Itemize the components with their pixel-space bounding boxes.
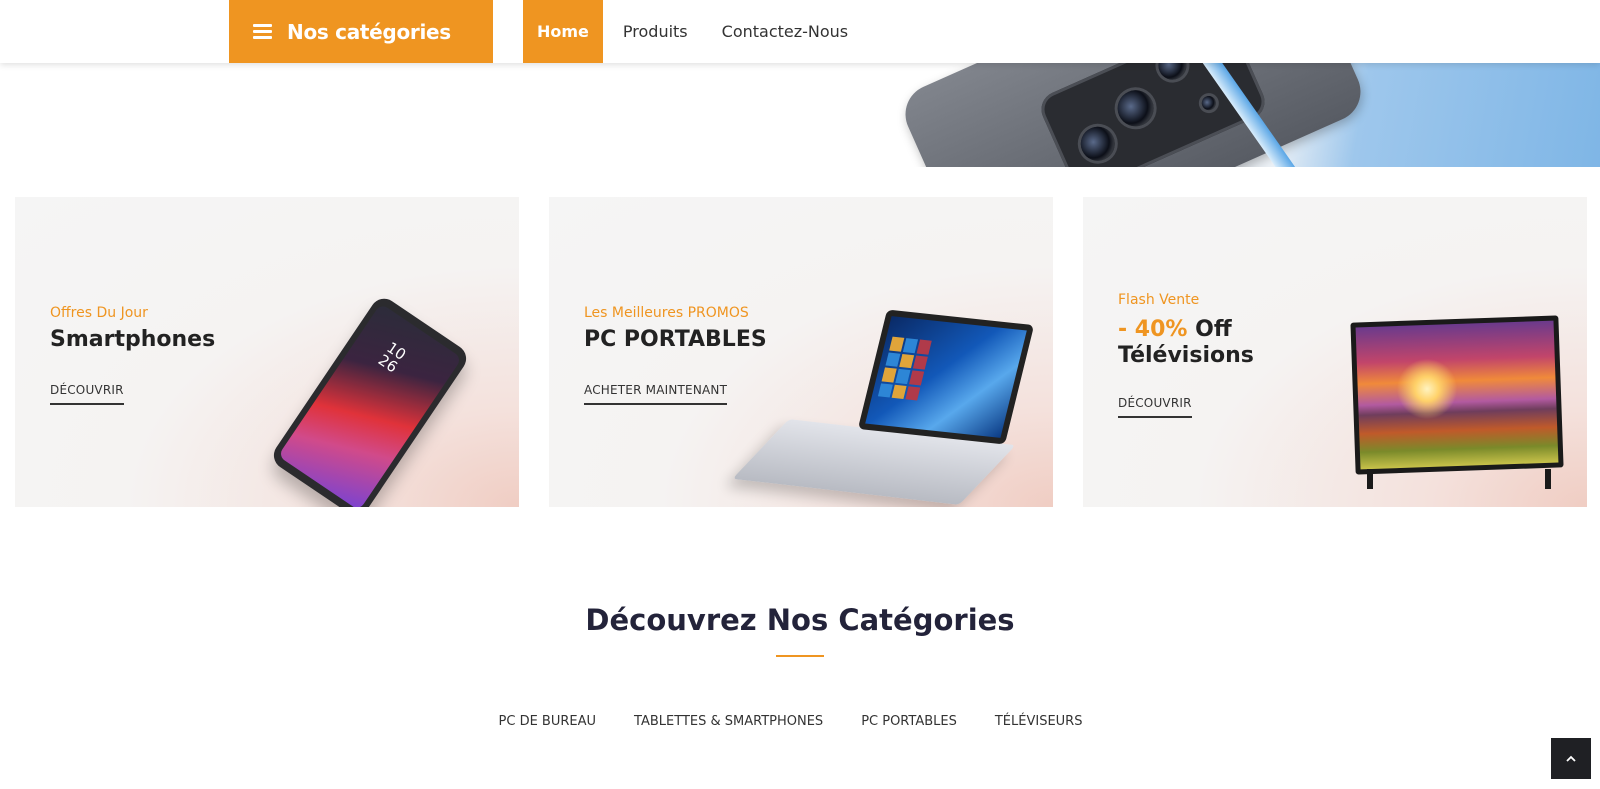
- camera-lens: [1153, 63, 1191, 85]
- promo-card-televisions[interactable]: Flash Vente - 40% Off Télévisions DÉCOUV…: [1083, 197, 1587, 507]
- main-nav: Home Produits Contactez-Nous: [523, 0, 868, 63]
- promo-tag: Flash Vente: [1118, 292, 1200, 308]
- acheter-maintenant-link[interactable]: ACHETER MAINTENANT: [584, 383, 728, 405]
- discount-highlight: - 40%: [1118, 317, 1188, 342]
- categories-heading: Découvrez Nos Catégories: [585, 603, 1015, 637]
- promo-card-pc-portables[interactable]: Les Meilleures PROMOS PC PORTABLES ACHET…: [549, 197, 1053, 507]
- tv-foot: [1545, 469, 1551, 489]
- tab-tablettes-smartphones[interactable]: TABLETTES & SMARTPHONES: [634, 714, 823, 729]
- camera-lens: [1075, 121, 1121, 167]
- promo-title: - 40% Off Télévisions: [1118, 317, 1358, 369]
- hero-banner-image: [888, 63, 1600, 167]
- category-tabs: PC DE BUREAU TABLETTES & SMARTPHONES PC …: [0, 714, 1600, 729]
- hamburger-icon: [253, 24, 272, 39]
- nav-contact[interactable]: Contactez-Nous: [708, 0, 863, 63]
- nav-home[interactable]: Home: [523, 0, 603, 63]
- promo-title: Smartphones: [50, 327, 216, 352]
- chevron-up-icon: [1566, 755, 1576, 762]
- tab-pc-de-bureau[interactable]: PC DE BUREAU: [499, 714, 597, 729]
- camera-lens: [1111, 84, 1160, 133]
- tv-image: [1350, 315, 1564, 475]
- site-header: Nos catégories Home Produits Contactez-N…: [0, 0, 1600, 63]
- tab-pc-portables[interactable]: PC PORTABLES: [861, 714, 957, 729]
- promo-title-off: Off: [1195, 317, 1232, 342]
- promo-title: PC PORTABLES: [584, 327, 767, 352]
- nav-produits[interactable]: Produits: [609, 0, 702, 63]
- decouvrir-link[interactable]: DÉCOUVRIR: [50, 383, 124, 405]
- promo-card-smartphones[interactable]: Offres Du Jour Smartphones DÉCOUVRIR 10 2…: [15, 197, 519, 507]
- heading-underline: [776, 655, 824, 657]
- promo-tag: Les Meilleures PROMOS: [584, 305, 749, 321]
- tv-foot: [1367, 469, 1373, 489]
- promo-tag: Offres Du Jour: [50, 305, 148, 321]
- decouvrir-link[interactable]: DÉCOUVRIR: [1118, 396, 1192, 418]
- laptop-image: [857, 309, 1035, 445]
- promo-title-televisions: Télévisions: [1118, 343, 1254, 368]
- smartphone-image: 10 26: [268, 293, 472, 507]
- camera-lens: [1199, 93, 1219, 113]
- categories-menu-button[interactable]: Nos catégories: [229, 0, 493, 63]
- scroll-to-top-button[interactable]: [1551, 738, 1591, 779]
- categories-menu-label: Nos catégories: [287, 19, 451, 44]
- tab-televiseurs[interactable]: TÉLÉVISEURS: [995, 714, 1083, 729]
